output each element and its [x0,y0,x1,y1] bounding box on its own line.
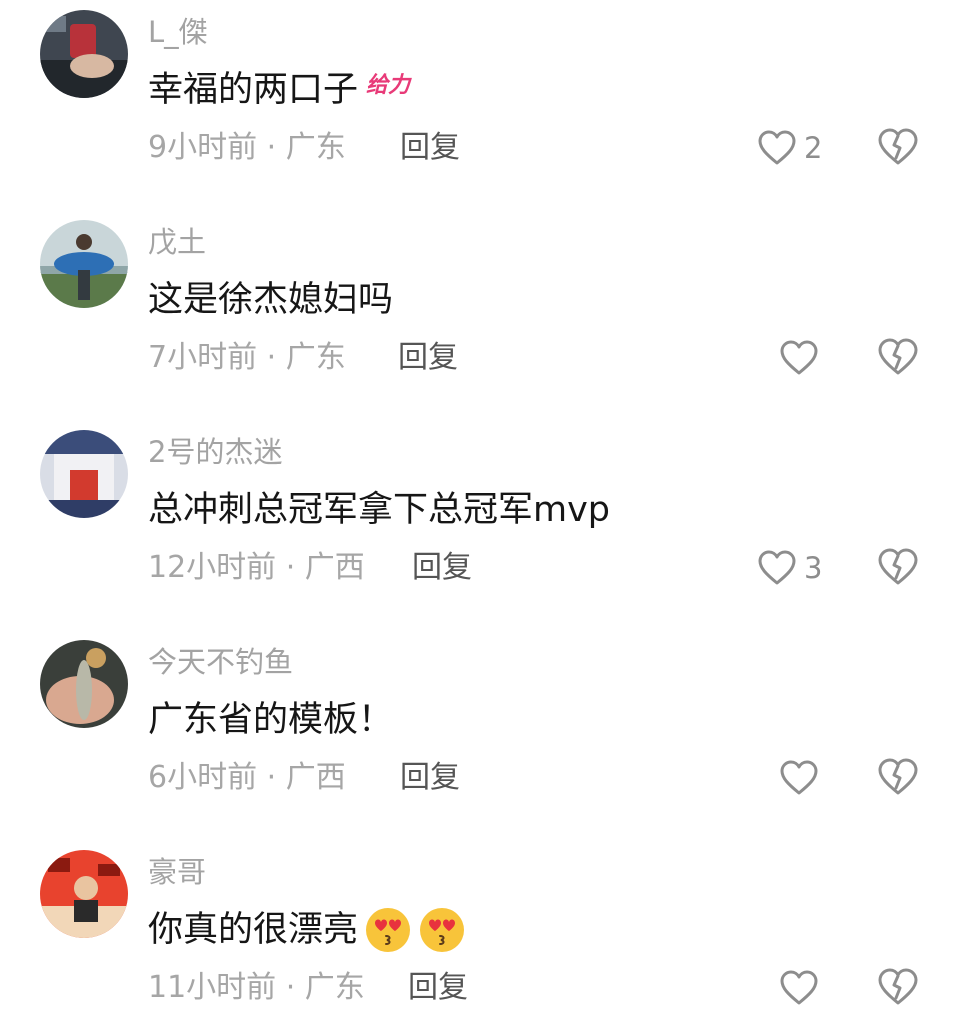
comment-text: 这是徐杰媳妇吗 [148,280,394,320]
comment-item: 2号的杰迷 总冲刺总冠军拿下总冠军mvp 12小时前 · 广西 回复 3 [0,420,960,630]
dislike-button[interactable] [878,548,918,588]
avatar[interactable] [40,220,128,308]
username[interactable]: L_傑 [148,12,208,52]
like-count: 2 [804,131,823,165]
comment-item: 今天不钓鱼 广东省的模板！ 6小时前 · 广西 回复 [0,630,960,840]
comment-text: 总冲刺总冠军拿下总冠军mvp [148,490,611,530]
comment-item: 豪哥 你真的很漂亮 11小时前 · 广东 回复 [0,840,960,1006]
reply-button[interactable]: 回复 [400,756,460,800]
username[interactable]: 戊土 [148,222,206,262]
like-button[interactable] [780,968,818,1008]
comment-text: 你真的很漂亮 [148,910,359,950]
username[interactable]: 今天不钓鱼 [148,642,293,682]
reply-button[interactable]: 回复 [400,126,460,170]
dislike-button[interactable] [878,128,918,168]
heart-icon [780,970,818,1005]
username[interactable]: 2号的杰迷 [148,432,282,472]
comment-text-row: 你真的很漂亮 [148,906,466,954]
comment-text: 广东省的模板！ [148,700,394,740]
time-location: 12小时前 · 广西 [148,550,365,585]
heart-eyes-emoji [418,906,466,954]
comment-text-row: 总冲刺总冠军拿下总冠军mvp [148,486,610,534]
broken-heart-icon [878,338,918,375]
heart-icon [780,760,818,795]
comment-item: 戊土 这是徐杰媳妇吗 7小时前 · 广东 回复 [0,210,960,420]
heart-eyes-emoji [364,906,412,954]
dislike-button[interactable] [878,968,918,1008]
comment-item: L_傑 幸福的两口子 给力 9小时前 · 广东 回复 2 [0,0,960,210]
avatar[interactable] [40,10,128,98]
time-location: 11小时前 · 广东 [148,970,365,1005]
broken-heart-icon [878,968,918,1005]
comment-text-row: 这是徐杰媳妇吗 [148,276,393,324]
comment-text-row: 幸福的两口子 给力 [148,66,410,114]
username[interactable]: 豪哥 [148,852,206,892]
like-button[interactable] [780,338,818,378]
time-location: 6小时前 · 广西 [148,760,346,795]
reply-button[interactable]: 回复 [408,966,468,1010]
reply-button[interactable]: 回复 [412,546,472,590]
heart-icon [780,340,818,375]
broken-heart-icon [878,128,918,165]
time-location: 9小时前 · 广东 [148,130,346,165]
heart-icon [758,550,796,585]
comment-text: 幸福的两口子 [148,70,359,110]
like-count: 3 [804,551,823,585]
time-location: 7小时前 · 广东 [148,340,346,375]
geili-sticker: 给力 [366,73,411,98]
dislike-button[interactable] [878,338,918,378]
reply-button[interactable]: 回复 [398,336,458,380]
broken-heart-icon [878,758,918,795]
heart-icon [758,130,796,165]
comment-text-row: 广东省的模板！ [148,696,393,744]
broken-heart-icon [878,548,918,585]
like-button[interactable]: 2 [758,128,822,168]
like-button[interactable]: 3 [758,548,822,588]
dislike-button[interactable] [878,758,918,798]
avatar[interactable] [40,850,128,938]
avatar[interactable] [40,430,128,518]
avatar[interactable] [40,640,128,728]
like-button[interactable] [780,758,818,798]
